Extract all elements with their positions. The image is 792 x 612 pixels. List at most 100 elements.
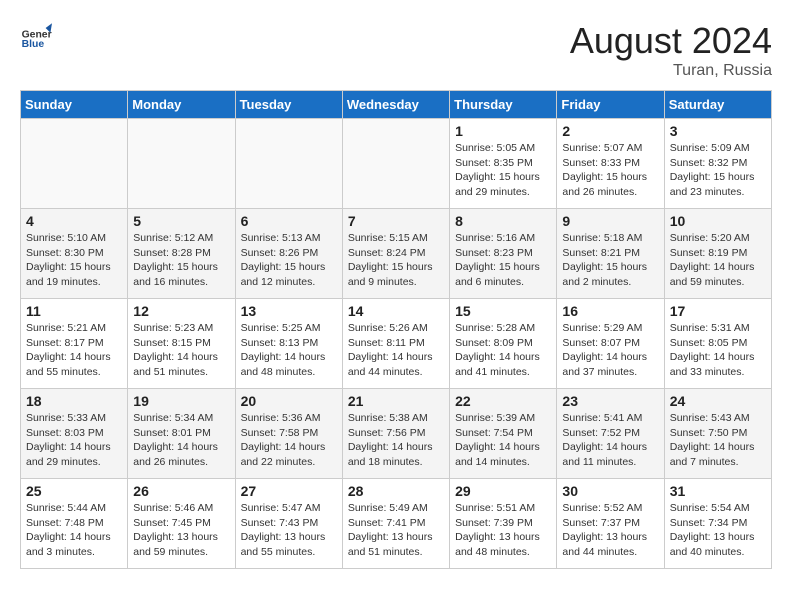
day-info: Sunrise: 5:38 AM Sunset: 7:56 PM Dayligh… bbox=[348, 411, 444, 470]
day-number: 30 bbox=[562, 483, 658, 499]
day-info: Sunrise: 5:39 AM Sunset: 7:54 PM Dayligh… bbox=[455, 411, 551, 470]
calendar-cell: 29 Sunrise: 5:51 AM Sunset: 7:39 PM Dayli… bbox=[450, 479, 557, 569]
day-number: 8 bbox=[455, 213, 551, 229]
day-number: 29 bbox=[455, 483, 551, 499]
calendar-cell bbox=[21, 119, 128, 209]
day-number: 5 bbox=[133, 213, 229, 229]
calendar-cell: 25Sunrise: 5:44 AM Sunset: 7:48 PM Dayli… bbox=[21, 479, 128, 569]
calendar-cell: 14 Sunrise: 5:26 AM Sunset: 8:11 PM Dayli… bbox=[342, 299, 449, 389]
calendar-cell: 28 Sunrise: 5:49 AM Sunset: 7:41 PM Dayli… bbox=[342, 479, 449, 569]
calendar-cell: 23 Sunrise: 5:41 AM Sunset: 7:52 PM Dayli… bbox=[557, 389, 664, 479]
day-info: Sunrise: 5:28 AM Sunset: 8:09 PM Dayligh… bbox=[455, 321, 551, 380]
day-info: Sunrise: 5:49 AM Sunset: 7:41 PM Dayligh… bbox=[348, 501, 444, 560]
day-number: 11 bbox=[26, 303, 122, 319]
day-info: Sunrise: 5:44 AM Sunset: 7:48 PM Dayligh… bbox=[26, 501, 122, 560]
weekday-header-friday: Friday bbox=[557, 91, 664, 119]
day-info: Sunrise: 5:23 AM Sunset: 8:15 PM Dayligh… bbox=[133, 321, 229, 380]
calendar-cell: 13 Sunrise: 5:25 AM Sunset: 8:13 PM Dayli… bbox=[235, 299, 342, 389]
day-info: Sunrise: 5:36 AM Sunset: 7:58 PM Dayligh… bbox=[241, 411, 337, 470]
day-info: Sunrise: 5:52 AM Sunset: 7:37 PM Dayligh… bbox=[562, 501, 658, 560]
day-info: Sunrise: 5:31 AM Sunset: 8:05 PM Dayligh… bbox=[670, 321, 766, 380]
day-number: 7 bbox=[348, 213, 444, 229]
calendar-cell: 11Sunrise: 5:21 AM Sunset: 8:17 PM Dayli… bbox=[21, 299, 128, 389]
calendar-cell: 21 Sunrise: 5:38 AM Sunset: 7:56 PM Dayli… bbox=[342, 389, 449, 479]
day-number: 16 bbox=[562, 303, 658, 319]
calendar-week-1: 1 Sunrise: 5:05 AM Sunset: 8:35 PM Daylig… bbox=[21, 119, 772, 209]
calendar-cell: 2 Sunrise: 5:07 AM Sunset: 8:33 PM Daylig… bbox=[557, 119, 664, 209]
calendar-table: SundayMondayTuesdayWednesdayThursdayFrid… bbox=[20, 90, 772, 569]
calendar-cell: 22 Sunrise: 5:39 AM Sunset: 7:54 PM Dayli… bbox=[450, 389, 557, 479]
calendar-cell: 12 Sunrise: 5:23 AM Sunset: 8:15 PM Dayli… bbox=[128, 299, 235, 389]
calendar-cell: 26Sunrise: 5:46 AM Sunset: 7:45 PM Dayli… bbox=[128, 479, 235, 569]
day-number: 22 bbox=[455, 393, 551, 409]
day-number: 18 bbox=[26, 393, 122, 409]
location: Turan, Russia bbox=[570, 62, 772, 80]
day-number: 15 bbox=[455, 303, 551, 319]
calendar-cell: 4 Sunrise: 5:10 AM Sunset: 8:30 PM Daylig… bbox=[21, 209, 128, 299]
day-number: 1 bbox=[455, 123, 551, 139]
calendar-week-4: 18Sunrise: 5:33 AM Sunset: 8:03 PM Dayli… bbox=[21, 389, 772, 479]
calendar-cell: 30 Sunrise: 5:52 AM Sunset: 7:37 PM Dayli… bbox=[557, 479, 664, 569]
logo: General Blue bbox=[20, 20, 52, 52]
day-number: 23 bbox=[562, 393, 658, 409]
calendar-cell: 19 Sunrise: 5:34 AM Sunset: 8:01 PM Dayli… bbox=[128, 389, 235, 479]
calendar-cell bbox=[128, 119, 235, 209]
calendar-cell: 31Sunrise: 5:54 AM Sunset: 7:34 PM Dayli… bbox=[664, 479, 771, 569]
calendar-cell: 3Sunrise: 5:09 AM Sunset: 8:32 PM Daylig… bbox=[664, 119, 771, 209]
title-block: August 2024 Turan, Russia bbox=[570, 20, 772, 80]
day-number: 24 bbox=[670, 393, 766, 409]
day-info: Sunrise: 5:07 AM Sunset: 8:33 PM Dayligh… bbox=[562, 141, 658, 200]
day-number: 27 bbox=[241, 483, 337, 499]
day-info: Sunrise: 5:47 AM Sunset: 7:43 PM Dayligh… bbox=[241, 501, 337, 560]
calendar-cell bbox=[342, 119, 449, 209]
day-number: 14 bbox=[348, 303, 444, 319]
calendar-week-3: 11Sunrise: 5:21 AM Sunset: 8:17 PM Dayli… bbox=[21, 299, 772, 389]
day-info: Sunrise: 5:10 AM Sunset: 8:30 PM Dayligh… bbox=[26, 231, 122, 290]
calendar-cell: 17 Sunrise: 5:31 AM Sunset: 8:05 PM Dayli… bbox=[664, 299, 771, 389]
day-number: 28 bbox=[348, 483, 444, 499]
calendar-week-5: 25Sunrise: 5:44 AM Sunset: 7:48 PM Dayli… bbox=[21, 479, 772, 569]
day-number: 9 bbox=[562, 213, 658, 229]
weekday-header-wednesday: Wednesday bbox=[342, 91, 449, 119]
day-number: 4 bbox=[26, 213, 122, 229]
day-info: Sunrise: 5:05 AM Sunset: 8:35 PM Dayligh… bbox=[455, 141, 551, 200]
weekday-header-saturday: Saturday bbox=[664, 91, 771, 119]
day-info: Sunrise: 5:18 AM Sunset: 8:21 PM Dayligh… bbox=[562, 231, 658, 290]
day-number: 21 bbox=[348, 393, 444, 409]
day-info: Sunrise: 5:20 AM Sunset: 8:19 PM Dayligh… bbox=[670, 231, 766, 290]
day-number: 2 bbox=[562, 123, 658, 139]
day-info: Sunrise: 5:25 AM Sunset: 8:13 PM Dayligh… bbox=[241, 321, 337, 380]
day-number: 10 bbox=[670, 213, 766, 229]
day-number: 20 bbox=[241, 393, 337, 409]
day-info: Sunrise: 5:29 AM Sunset: 8:07 PM Dayligh… bbox=[562, 321, 658, 380]
calendar-week-2: 4 Sunrise: 5:10 AM Sunset: 8:30 PM Daylig… bbox=[21, 209, 772, 299]
day-info: Sunrise: 5:12 AM Sunset: 8:28 PM Dayligh… bbox=[133, 231, 229, 290]
weekday-header-tuesday: Tuesday bbox=[235, 91, 342, 119]
day-info: Sunrise: 5:34 AM Sunset: 8:01 PM Dayligh… bbox=[133, 411, 229, 470]
calendar-cell: 10 Sunrise: 5:20 AM Sunset: 8:19 PM Dayli… bbox=[664, 209, 771, 299]
day-info: Sunrise: 5:54 AM Sunset: 7:34 PM Dayligh… bbox=[670, 501, 766, 560]
day-info: Sunrise: 5:41 AM Sunset: 7:52 PM Dayligh… bbox=[562, 411, 658, 470]
day-number: 17 bbox=[670, 303, 766, 319]
day-number: 12 bbox=[133, 303, 229, 319]
calendar-cell: 5 Sunrise: 5:12 AM Sunset: 8:28 PM Daylig… bbox=[128, 209, 235, 299]
day-info: Sunrise: 5:46 AM Sunset: 7:45 PM Dayligh… bbox=[133, 501, 229, 560]
page-header: General Blue August 2024 Turan, Russia bbox=[20, 20, 772, 80]
calendar-cell bbox=[235, 119, 342, 209]
weekday-header-row: SundayMondayTuesdayWednesdayThursdayFrid… bbox=[21, 91, 772, 119]
calendar-cell: 20 Sunrise: 5:36 AM Sunset: 7:58 PM Dayli… bbox=[235, 389, 342, 479]
calendar-cell: 1 Sunrise: 5:05 AM Sunset: 8:35 PM Daylig… bbox=[450, 119, 557, 209]
day-info: Sunrise: 5:26 AM Sunset: 8:11 PM Dayligh… bbox=[348, 321, 444, 380]
day-info: Sunrise: 5:51 AM Sunset: 7:39 PM Dayligh… bbox=[455, 501, 551, 560]
calendar-cell: 8Sunrise: 5:16 AM Sunset: 8:23 PM Daylig… bbox=[450, 209, 557, 299]
day-info: Sunrise: 5:09 AM Sunset: 8:32 PM Dayligh… bbox=[670, 141, 766, 200]
calendar-cell: 7Sunrise: 5:15 AM Sunset: 8:24 PM Daylig… bbox=[342, 209, 449, 299]
calendar-cell: 24Sunrise: 5:43 AM Sunset: 7:50 PM Dayli… bbox=[664, 389, 771, 479]
day-number: 13 bbox=[241, 303, 337, 319]
weekday-header-monday: Monday bbox=[128, 91, 235, 119]
svg-text:Blue: Blue bbox=[22, 39, 45, 50]
day-number: 19 bbox=[133, 393, 229, 409]
weekday-header-sunday: Sunday bbox=[21, 91, 128, 119]
calendar-cell: 15 Sunrise: 5:28 AM Sunset: 8:09 PM Dayli… bbox=[450, 299, 557, 389]
calendar-cell: 18Sunrise: 5:33 AM Sunset: 8:03 PM Dayli… bbox=[21, 389, 128, 479]
